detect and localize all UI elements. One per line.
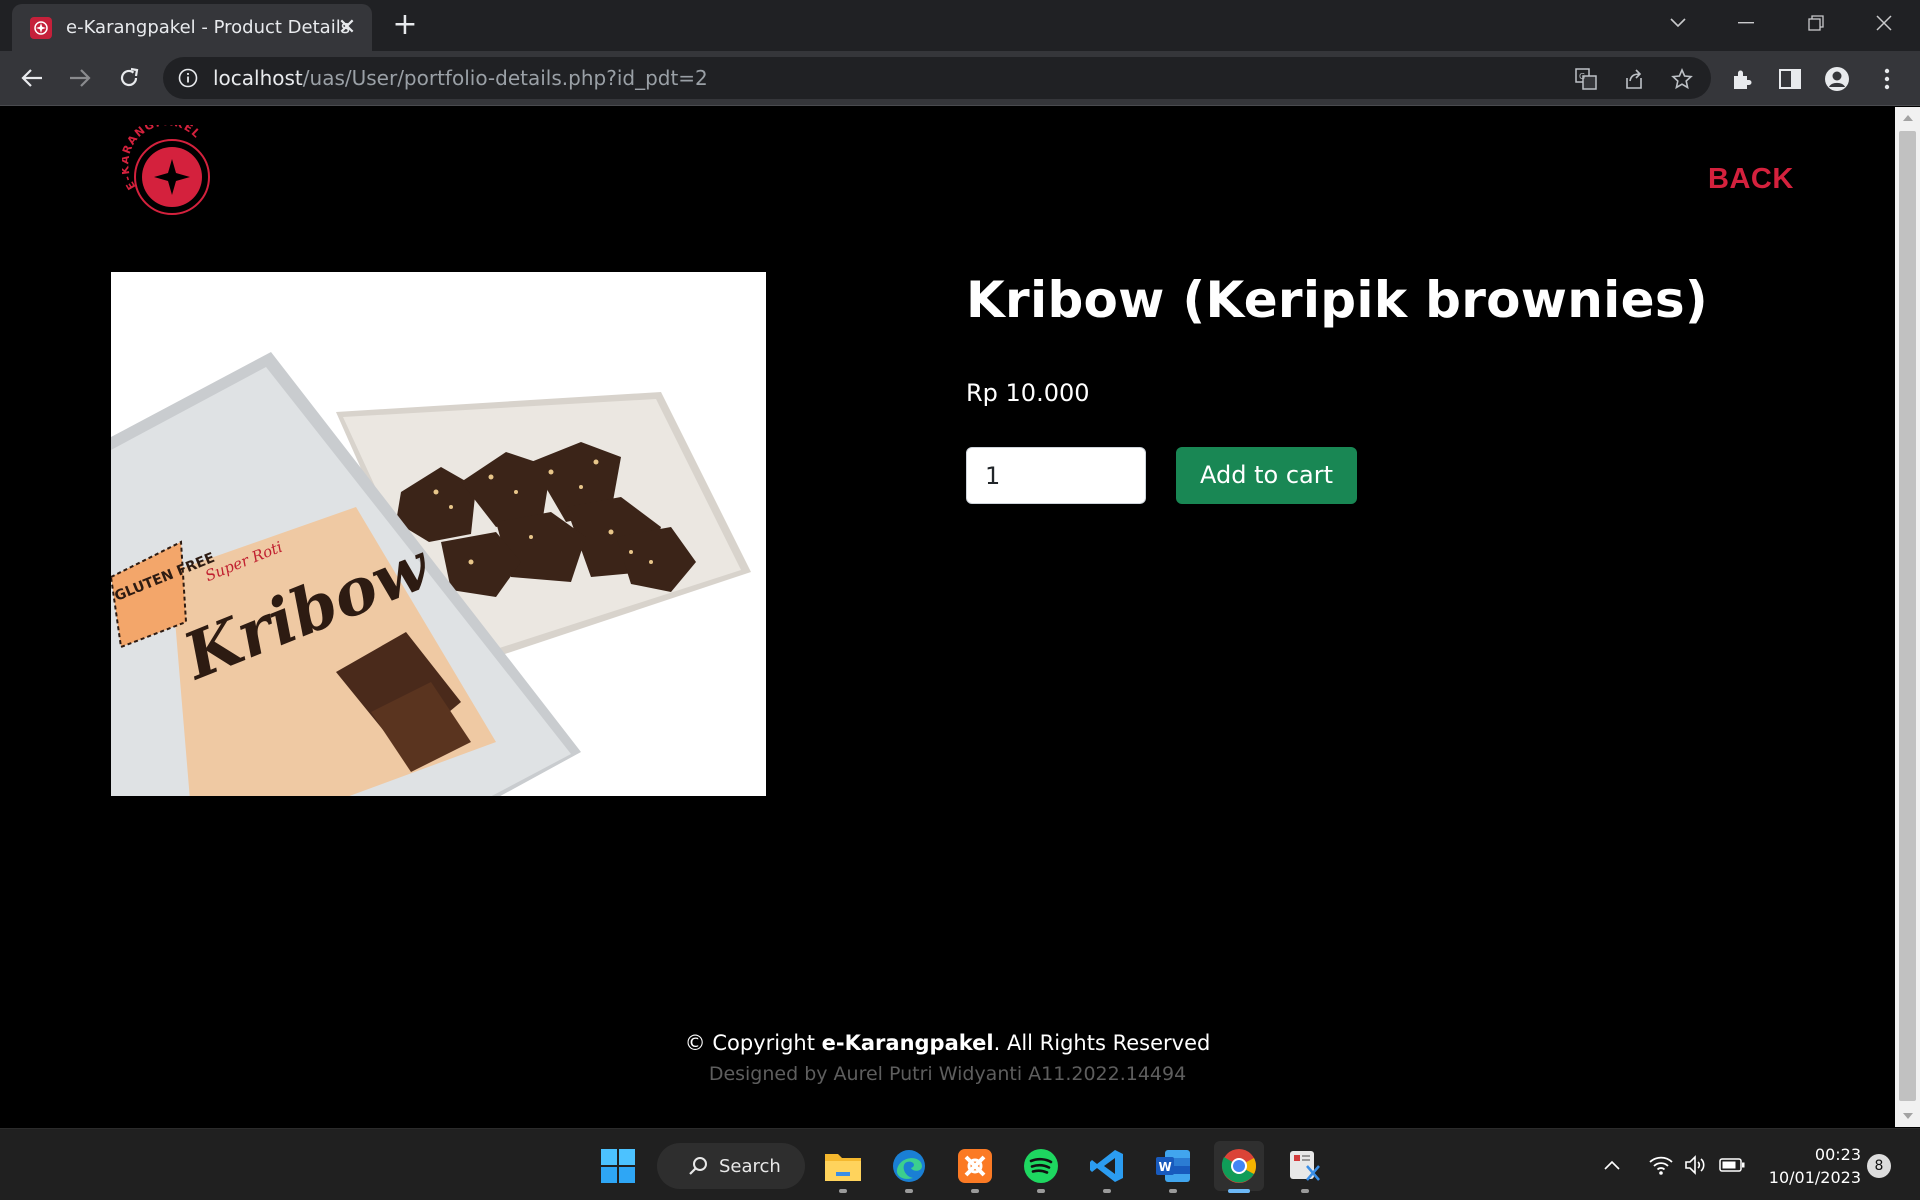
scroll-down-arrow-icon[interactable]	[1895, 1105, 1920, 1127]
logo-emblem-icon: E-KARANGPAKEL	[118, 115, 210, 215]
profile-avatar-icon[interactable]	[1822, 64, 1852, 94]
clock-date: 10/01/2023	[1768, 1168, 1861, 1187]
browser-tab-active[interactable]: e-Karangpakel - Product Details ✕	[12, 4, 372, 51]
side-panel-icon[interactable]	[1775, 64, 1805, 94]
footer-copyright: © Copyright e-Karangpakel. All Rights Re…	[0, 1031, 1895, 1055]
product-photo-illustration: GLUTEN FREE Super Roti Kribow	[111, 352, 751, 796]
product-price: Rp 10.000	[966, 379, 1090, 407]
running-indicator	[839, 1189, 847, 1193]
edge-icon	[893, 1150, 925, 1182]
svg-text:G: G	[1579, 72, 1585, 81]
back-link[interactable]: BACK	[1708, 163, 1794, 196]
wifi-icon[interactable]	[1647, 1151, 1675, 1179]
taskbar-edge[interactable]	[884, 1141, 934, 1193]
site-logo[interactable]: E-KARANGPAKEL	[118, 115, 222, 225]
xampp-icon	[958, 1149, 992, 1183]
battery-icon[interactable]	[1718, 1151, 1746, 1179]
page-scrollbar[interactable]	[1895, 107, 1920, 1127]
reload-icon[interactable]	[112, 61, 146, 95]
taskbar-search[interactable]: Search	[657, 1143, 805, 1189]
taskbar-spotify[interactable]	[1016, 1141, 1066, 1193]
url-path: /uas/User/portfolio-details.php?id_pdt=2	[302, 66, 708, 90]
scrollbar-thumb[interactable]	[1899, 131, 1916, 1101]
taskbar-chrome[interactable]	[1214, 1141, 1264, 1193]
minimize-button[interactable]	[1728, 8, 1764, 38]
windows-logo-icon	[601, 1149, 635, 1183]
show-hidden-icons-chevron-icon[interactable]	[1598, 1151, 1626, 1179]
footer-brand: e-Karangpakel	[821, 1031, 994, 1055]
url-text: localhost/uas/User/portfolio-details.php…	[213, 66, 708, 90]
browser-menu-icon[interactable]	[1872, 64, 1902, 94]
share-icon[interactable]	[1621, 66, 1647, 92]
product-title: Kribow (Keripik brownies)	[966, 271, 1709, 329]
folder-icon	[825, 1154, 861, 1181]
page-viewport: E-KARANGPAKEL BACK	[0, 107, 1895, 1127]
site-favicon-icon	[30, 17, 52, 39]
running-indicator	[1301, 1189, 1309, 1193]
footer-copyright-prefix: © Copyright	[684, 1031, 822, 1055]
clock-time: 00:23	[1814, 1145, 1861, 1164]
running-indicator	[1103, 1189, 1111, 1193]
running-indicator	[1037, 1189, 1045, 1193]
spotify-icon	[1024, 1149, 1058, 1183]
browser-toolbar: localhost/uas/User/portfolio-details.php…	[0, 51, 1920, 106]
footer-designed-by: Designed by Aurel Putri Widyanti A11.202…	[708, 1063, 1187, 1085]
forward-arrow-icon[interactable]	[63, 61, 97, 95]
running-indicator	[1169, 1189, 1177, 1193]
running-indicator	[1228, 1189, 1250, 1193]
start-button[interactable]	[593, 1141, 643, 1191]
taskbar-file-explorer[interactable]	[818, 1141, 868, 1193]
taskbar-snipping-tool[interactable]	[1280, 1141, 1330, 1193]
tab-close-icon[interactable]: ✕	[334, 15, 360, 41]
word-icon: W	[1156, 1150, 1190, 1182]
volume-icon[interactable]	[1682, 1151, 1710, 1179]
vscode-icon	[1090, 1150, 1123, 1182]
footer-copyright-suffix: . All Rights Reserved	[993, 1031, 1211, 1055]
taskbar-xampp[interactable]	[950, 1141, 1000, 1193]
screen: e-Karangpakel - Product Details ✕ + loca…	[0, 0, 1920, 1200]
restore-button[interactable]	[1798, 8, 1834, 38]
url-host: localhost	[213, 66, 303, 90]
site-info-icon[interactable]	[178, 68, 198, 88]
extensions-icon[interactable]	[1727, 64, 1757, 94]
svg-text:W: W	[1159, 1160, 1172, 1174]
taskbar-clock[interactable]: 00:23 10/01/2023	[1755, 1143, 1861, 1189]
back-arrow-icon[interactable]	[15, 61, 49, 95]
add-to-cart-button[interactable]: Add to cart	[1176, 447, 1357, 504]
notification-count-badge[interactable]: 8	[1867, 1154, 1891, 1178]
tab-search-chevron-icon[interactable]	[1660, 8, 1696, 38]
new-tab-button[interactable]: +	[390, 10, 420, 40]
taskbar-word[interactable]: W	[1148, 1141, 1198, 1193]
browser-titlebar: e-Karangpakel - Product Details ✕ +	[0, 0, 1920, 51]
bookmark-star-icon[interactable]	[1669, 66, 1695, 92]
quantity-input[interactable]	[966, 447, 1146, 504]
running-indicator	[905, 1189, 913, 1193]
running-indicator	[971, 1189, 979, 1193]
close-window-button[interactable]	[1866, 8, 1902, 38]
product-image: GLUTEN FREE Super Roti Kribow	[111, 272, 766, 796]
snipping-tool-icon	[1290, 1151, 1320, 1181]
taskbar-search-label: Search	[719, 1155, 781, 1177]
taskbar: Search W 00:23 10/01/2023 8	[0, 1128, 1920, 1200]
chrome-icon	[1221, 1149, 1256, 1183]
tab-title: e-Karangpakel - Product Details	[66, 17, 351, 38]
translate-icon[interactable]: G	[1573, 66, 1599, 92]
search-icon	[689, 1157, 707, 1175]
address-bar[interactable]: localhost/uas/User/portfolio-details.php…	[163, 57, 1711, 99]
taskbar-vscode[interactable]	[1082, 1141, 1132, 1193]
scroll-up-arrow-icon[interactable]	[1895, 107, 1920, 129]
